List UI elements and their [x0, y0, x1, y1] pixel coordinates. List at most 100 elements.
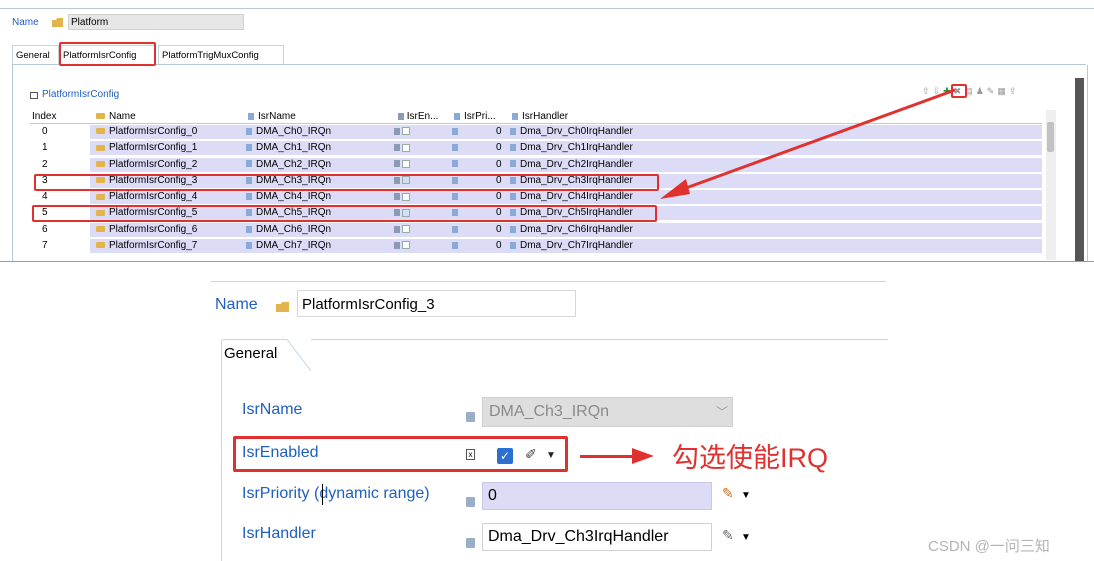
top-name-field[interactable]: Platform — [68, 14, 244, 30]
doc-icon — [466, 538, 475, 548]
chevron-down-icon[interactable]: ﹀ — [716, 403, 728, 420]
cell-index: 6 — [42, 223, 48, 235]
cell-isrhandler[interactable]: Dma_Drv_Ch7IrqHandler — [510, 238, 633, 254]
isr-handler-field[interactable]: Dma_Drv_Ch3IrqHandler — [482, 523, 712, 551]
cell-name[interactable]: PlatformIsrConfig_7 — [96, 238, 197, 254]
edit-icon[interactable]: ✎ — [987, 86, 998, 96]
cell-isrname[interactable]: DMA_Ch7_IRQn — [246, 238, 331, 254]
cell-isrpri[interactable]: 0 — [496, 238, 502, 254]
cell-isrpri[interactable]: 0 — [496, 124, 502, 140]
export-icon[interactable]: ⇪ — [1009, 86, 1020, 96]
cell-isrname[interactable]: DMA_Ch0_IRQn — [246, 124, 331, 140]
cell-isrname[interactable]: DMA_Ch6_IRQn — [246, 222, 331, 238]
col-isrhandler[interactable]: IsrHandler — [512, 110, 568, 123]
doc-icon — [246, 160, 252, 168]
text-cursor — [322, 484, 323, 505]
detail-name-field[interactable]: PlatformIsrConfig_3 — [297, 290, 576, 317]
table-title[interactable]: PlatformIsrConfig — [42, 89, 119, 100]
cell-index: 0 — [42, 126, 48, 137]
table-row[interactable]: 7 PlatformIsrConfig_7 DMA_Ch7_IRQn 0 Dma_Drv… — [30, 238, 1042, 254]
tab-general-label: General — [224, 345, 278, 362]
cell-name[interactable]: PlatformIsrConfig_4 — [96, 189, 197, 205]
dropdown-arrow-icon[interactable]: ▼ — [741, 490, 751, 501]
row-5-highlight — [32, 205, 657, 222]
cell-isrpri[interactable]: 0 — [496, 189, 502, 205]
enabled-checkbox[interactable] — [402, 241, 410, 250]
cell-isren[interactable] — [394, 189, 410, 205]
table-row[interactable]: 6 PlatformIsrConfig_6 DMA_Ch6_IRQn 0 Dma_Drv… — [30, 222, 1042, 238]
watermark: CSDN @一问三知 — [928, 538, 1050, 555]
dropdown-arrow-icon[interactable]: ▼ — [741, 532, 751, 543]
doc-icon — [510, 127, 516, 135]
col-isrpri[interactable]: IsrPri... — [454, 110, 496, 123]
tab-highlight — [59, 42, 156, 66]
table-scroll-thumb[interactable] — [1047, 122, 1054, 152]
col-name[interactable]: Name — [96, 110, 136, 123]
cell-isrpri[interactable]: 0 — [496, 157, 502, 173]
folder-icon — [96, 242, 105, 249]
isr-name-select[interactable]: DMA_Ch3_IRQn — [482, 397, 733, 427]
annotation-arrow — [580, 455, 635, 458]
row-3-highlight — [34, 174, 659, 191]
tab-platform-trigmux-config[interactable]: PlatformTrigMuxConfig — [158, 45, 284, 64]
cell-isrpri[interactable]: 0 — [496, 222, 502, 238]
enabled-checkbox[interactable] — [402, 127, 410, 136]
boolean-icon — [394, 127, 400, 135]
doc-icon — [246, 193, 252, 201]
pencil-icon[interactable]: ✎ — [722, 527, 734, 544]
outer-scrollbar[interactable] — [1075, 78, 1084, 261]
doc-icon — [246, 127, 252, 135]
annotation-arrow-head — [632, 448, 654, 464]
folder-icon — [96, 160, 105, 167]
cell-isrhandler[interactable]: Dma_Drv_Ch4IrqHandler — [510, 189, 633, 205]
boolean-icon — [394, 225, 400, 233]
cell-isren[interactable] — [394, 157, 410, 173]
enabled-checkbox[interactable] — [402, 225, 410, 234]
enabled-checkbox[interactable] — [402, 143, 410, 152]
cell-index: 4 — [42, 191, 48, 203]
cell-name[interactable]: PlatformIsrConfig_2 — [96, 157, 197, 173]
doc-icon — [246, 241, 252, 249]
cell-isren[interactable] — [394, 140, 410, 156]
cell-isrname[interactable]: DMA_Ch2_IRQn — [246, 157, 331, 173]
cell-isrhandler[interactable]: Dma_Drv_Ch2IrqHandler — [510, 157, 633, 173]
tab-general[interactable]: General — [12, 45, 59, 64]
isr-enabled-highlight — [233, 436, 568, 472]
enabled-checkbox[interactable] — [402, 159, 410, 168]
cell-isrhandler[interactable]: Dma_Drv_Ch0IrqHandler — [510, 124, 633, 140]
col-isrname[interactable]: IsrName — [248, 110, 296, 123]
cell-name[interactable]: PlatformIsrConfig_6 — [96, 222, 197, 238]
cell-isrhandler[interactable]: Dma_Drv_Ch1IrqHandler — [510, 140, 633, 156]
pencil-icon[interactable]: ✎ — [722, 485, 734, 502]
folder-icon — [96, 193, 105, 200]
folder-icon — [276, 302, 289, 312]
cell-index: 7 — [42, 240, 48, 252]
cell-isrhandler[interactable]: Dma_Drv_Ch6IrqHandler — [510, 222, 633, 238]
cell-prio-icon — [452, 157, 462, 173]
doc-icon — [246, 144, 252, 152]
enabled-checkbox[interactable] — [402, 192, 410, 201]
doc-icon — [510, 225, 516, 233]
folder-icon — [96, 144, 105, 151]
col-index[interactable]: Index — [32, 110, 56, 123]
col-isren[interactable]: IsrEn... — [398, 110, 438, 123]
boolean-icon — [394, 160, 400, 168]
cell-index: 2 — [42, 158, 48, 170]
cell-prio-icon — [452, 124, 462, 140]
isr-priority-field[interactable]: 0 — [482, 482, 712, 510]
user-icon[interactable]: ♟ — [976, 86, 987, 96]
doc-icon — [510, 144, 516, 152]
cell-isren[interactable] — [394, 238, 410, 254]
cell-name[interactable]: PlatformIsrConfig_0 — [96, 124, 197, 140]
cell-name[interactable]: PlatformIsrConfig_1 — [96, 140, 197, 156]
doc-icon — [466, 412, 475, 422]
doc-icon — [246, 225, 252, 233]
cell-isrpri[interactable]: 0 — [496, 140, 502, 156]
cell-isrname[interactable]: DMA_Ch1_IRQn — [246, 140, 331, 156]
cell-isrname[interactable]: DMA_Ch4_IRQn — [246, 189, 331, 205]
folder-icon — [96, 226, 105, 233]
cell-isren[interactable] — [394, 222, 410, 238]
cell-isren[interactable] — [394, 124, 410, 140]
tab-underline — [311, 339, 888, 340]
top-tab-bar: General PlatformIsrConfig PlatformTrigMu… — [12, 45, 1086, 65]
